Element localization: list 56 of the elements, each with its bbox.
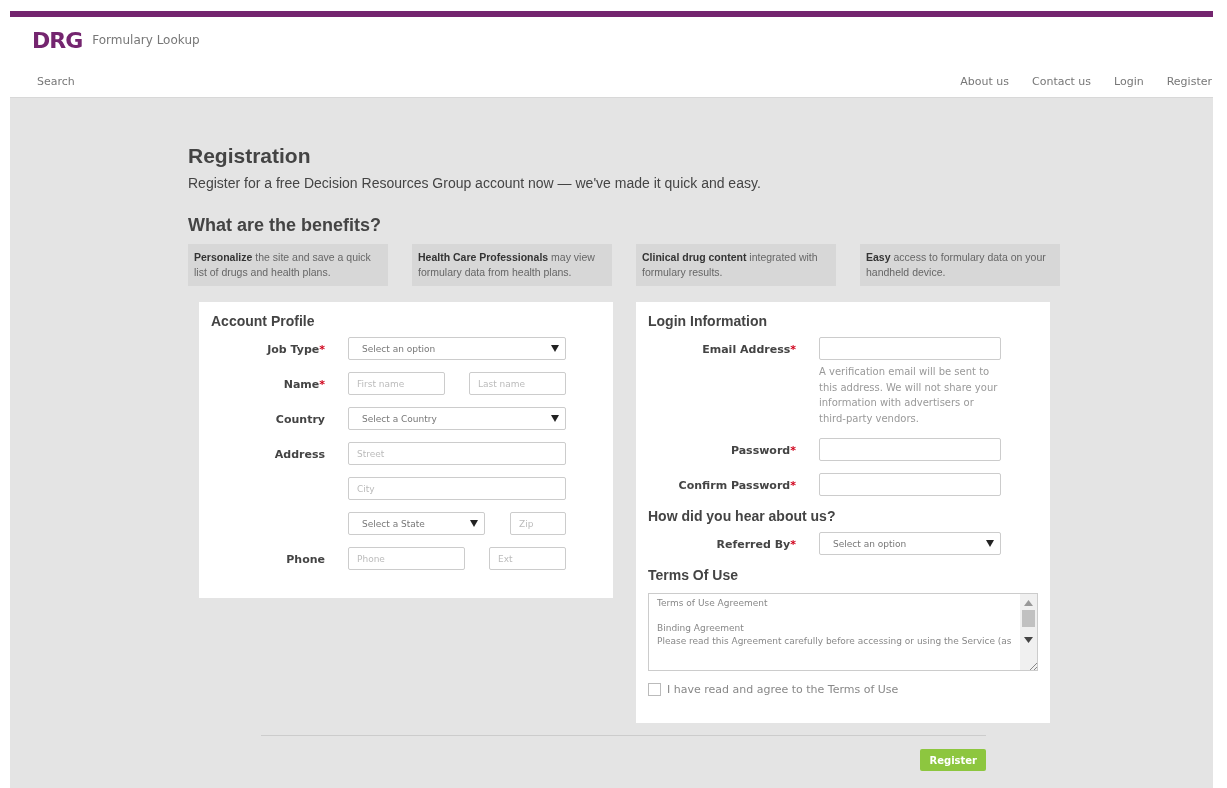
logo[interactable]: DRG	[32, 27, 83, 53]
terms-line: Please read this Agreement carefully before accessing or using the Service (as	[657, 634, 1012, 647]
intro-text: Register for a free Decision Resources Group account now — we've made it quick and easy.	[188, 175, 762, 191]
scrollbar-thumb[interactable]	[1022, 610, 1035, 627]
input-field[interactable]: Zip	[510, 512, 566, 535]
terms-line: Binding Agreement	[657, 622, 745, 635]
field-label: Password*	[729, 443, 796, 459]
scroll-up-icon[interactable]	[1024, 600, 1033, 606]
caret-icon	[470, 520, 478, 527]
field-label: Address	[273, 447, 325, 463]
resize-grip-icon[interactable]	[1029, 662, 1037, 670]
input-field[interactable]: First name	[348, 372, 445, 395]
panel-title: Login Information	[648, 313, 768, 329]
nav-link[interactable]: About us	[960, 75, 1009, 88]
benefit-card: Easy access to formulary data on your handheld device.	[860, 244, 1060, 286]
input-field[interactable]: City	[348, 477, 566, 500]
field-label: Country	[274, 412, 325, 428]
field-label: Job Type*	[265, 342, 325, 358]
terms-text-area[interactable]: Terms of Use Agreement Binding Agreement Please read this Agreement carefully before accessing or using the Service (as	[648, 593, 1038, 671]
field-label: Phone	[285, 552, 325, 568]
caret-icon	[986, 540, 994, 547]
input-field[interactable]	[819, 438, 1001, 461]
checkbox[interactable]	[648, 683, 661, 696]
nav-link[interactable]: Register	[1166, 75, 1212, 88]
section-heading: How did you hear about us?	[648, 508, 837, 524]
caret-icon	[551, 345, 559, 352]
input-field[interactable]	[819, 337, 1001, 360]
benefit-card: Health Care Professionals may view formulary data from health plans.	[412, 244, 612, 286]
benefit-card: Clinical drug content integrated with formulary results.	[636, 244, 836, 286]
input-field[interactable]: Street	[348, 442, 566, 465]
dropdown[interactable]: Select an option	[819, 532, 1001, 555]
nav-link[interactable]: Contact us	[1032, 75, 1091, 88]
dropdown[interactable]: Select a State	[348, 512, 485, 535]
input-field[interactable]	[819, 473, 1001, 496]
input-field[interactable]: Last name	[469, 372, 566, 395]
benefit-card: Personalize the site and save a quick list of drugs and health plans.	[188, 244, 388, 286]
field-label: Referred By*	[715, 537, 796, 553]
dropdown[interactable]: Select an option	[348, 337, 566, 360]
nav-link[interactable]: Login	[1114, 75, 1144, 88]
hint-text: A verification email will be sent to this address. We will not share your information with advertisers or third-party vendors.	[819, 365, 999, 426]
input-field[interactable]: Ext	[489, 547, 566, 570]
page-title: Registration	[188, 144, 312, 168]
dropdown[interactable]: Select a Country	[348, 407, 566, 430]
section-heading: Terms Of Use	[648, 567, 739, 583]
nav-link[interactable]: Search	[37, 75, 75, 88]
field-label: Confirm Password*	[677, 478, 796, 494]
app-title: Formulary Lookup	[92, 33, 200, 47]
caret-icon	[551, 415, 559, 422]
field-label: Name*	[282, 377, 325, 393]
input-field[interactable]: Phone	[348, 547, 465, 570]
terms-line: Terms of Use Agreement	[657, 597, 769, 610]
section-heading: What are the benefits?	[188, 215, 383, 236]
panel-title: Account Profile	[211, 313, 316, 329]
field-label: Email Address*	[701, 342, 796, 358]
scroll-down-icon[interactable]	[1024, 637, 1033, 643]
checkbox-label: I have read and agree to the Terms of Use	[667, 683, 899, 696]
